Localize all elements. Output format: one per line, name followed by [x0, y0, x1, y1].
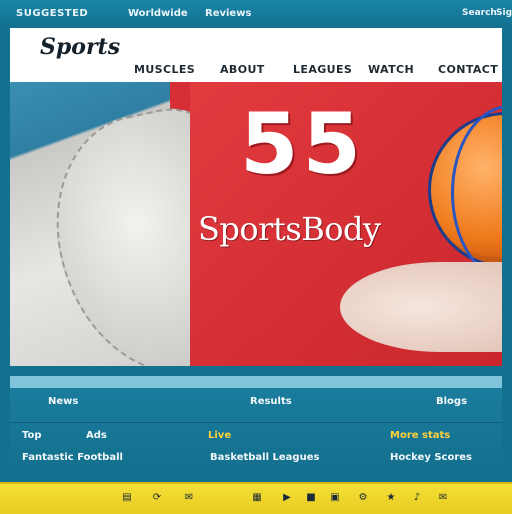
image-icon[interactable]: ▣ [328, 490, 342, 504]
play-icon[interactable]: ▶ [280, 490, 294, 504]
topbar-link-worldwide[interactable]: Worldwide [128, 8, 188, 19]
list-item[interactable]: Basketball Leagues [210, 452, 319, 463]
topbar-link-left[interactable]: SUGGESTED [16, 8, 88, 19]
panel-separator [10, 422, 502, 423]
topbar-link-reviews[interactable]: Reviews [205, 8, 251, 19]
hero-tagline: SportsBody [198, 210, 381, 248]
stop-icon[interactable]: ■ [304, 490, 318, 504]
folder-icon[interactable]: ▤ [120, 490, 134, 504]
list-item[interactable]: Fantastic Football [22, 452, 123, 463]
site-header: Sports MUSCLES ABOUT LEAGUES WATCH CONTA… [10, 28, 502, 84]
tab-blogs[interactable]: Blogs [436, 396, 467, 407]
site-logo[interactable]: Sports [40, 34, 120, 60]
tab-news[interactable]: News [48, 396, 78, 407]
top-bar: SUGGESTED Worldwide Reviews Search Sign [0, 0, 512, 28]
divider-band [10, 376, 502, 388]
topbar-sign[interactable]: Sign [496, 8, 512, 18]
list-item[interactable]: Live [208, 430, 231, 441]
bottom-toolbar: ▤ ⟳ ✉ ▦ ▶ ■ ▣ ⚙ ★ ♪ ✉ [0, 482, 512, 514]
list-item[interactable]: Hockey Scores [390, 452, 472, 463]
list-item[interactable]: More stats [390, 430, 450, 441]
nav-item[interactable]: WATCH [368, 63, 414, 76]
info-panel: News Results Blogs Top Ads Live More sta… [10, 388, 502, 478]
hero-banner[interactable]: 55 SportsBody [10, 82, 502, 366]
nav-item[interactable]: LEAGUES [293, 63, 352, 76]
nav-item[interactable]: ABOUT [220, 63, 265, 76]
tab-results[interactable]: Results [250, 396, 292, 407]
topbar-search[interactable]: Search [462, 8, 497, 18]
refresh-icon[interactable]: ⟳ [150, 490, 164, 504]
mail-icon[interactable]: ✉ [436, 490, 450, 504]
nav-item[interactable]: MUSCLES [134, 63, 195, 76]
note-icon[interactable]: ▦ [250, 490, 264, 504]
nav-item[interactable]: CONTACT [438, 63, 498, 76]
list-item[interactable]: Ads [86, 430, 107, 441]
mail-icon[interactable]: ✉ [182, 490, 196, 504]
list-item[interactable]: Top [22, 430, 42, 441]
music-icon[interactable]: ♪ [410, 490, 424, 504]
hero-big-number: 55 [240, 95, 365, 193]
settings-icon[interactable]: ⚙ [356, 490, 370, 504]
star-icon[interactable]: ★ [384, 490, 398, 504]
